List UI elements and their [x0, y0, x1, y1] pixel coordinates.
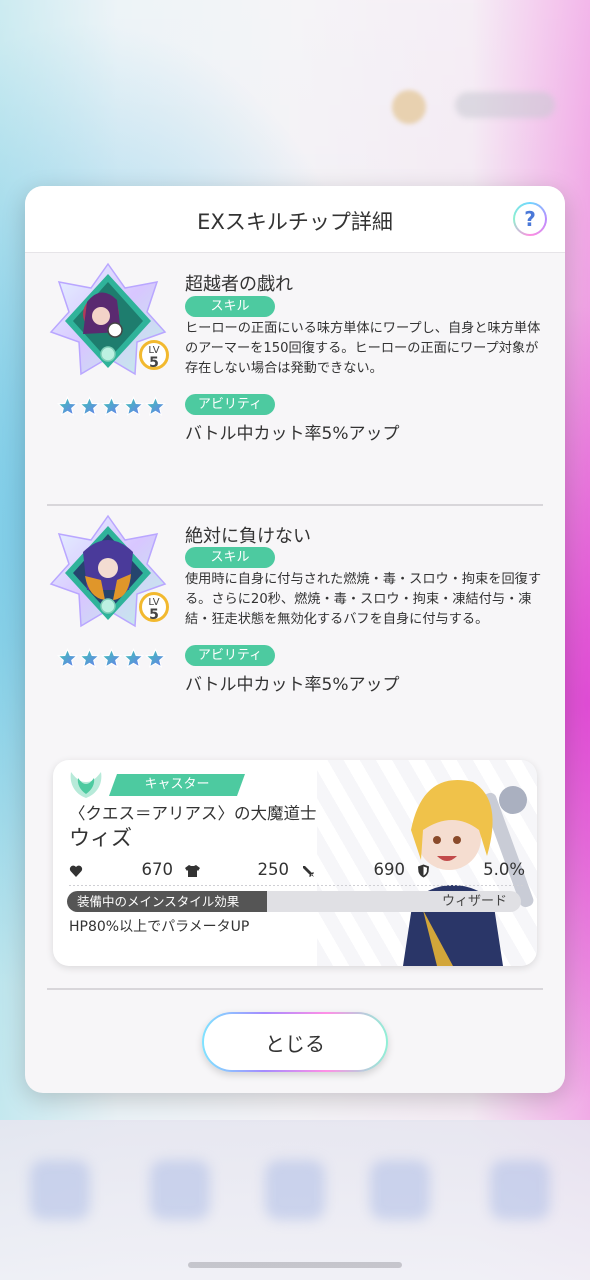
section-divider [47, 504, 543, 506]
main-style-effect-bar: 装備中のメインスタイル効果 ウィザード [67, 891, 521, 912]
background-currency-pill [455, 92, 555, 118]
skill-tag-2: スキル [185, 547, 275, 568]
character-name: ウィズ [69, 826, 132, 850]
help-button[interactable]: ? [513, 202, 547, 236]
stat-attack-value: 690 [373, 860, 406, 879]
level-value: 5 [149, 607, 159, 623]
background-coin-icon [392, 90, 426, 124]
star-icon [145, 396, 166, 416]
star-icon [57, 648, 78, 668]
ability-description-1: バトル中カット率5%アップ [185, 424, 400, 444]
skill-description-1: ヒーローの正面にいる味方単体にワープし、自身と味方単体のアーマーを150回復する… [185, 321, 541, 376]
footer-divider [47, 988, 543, 990]
chip-name-2: 絶対に負けない [185, 526, 311, 547]
main-style-effect-label: 装備中のメインスタイル効果 [77, 894, 240, 909]
home-indicator [188, 1262, 402, 1268]
background-nav-icon [370, 1160, 430, 1220]
shield-icon [418, 864, 429, 878]
stat-hp-value: 670 [141, 860, 174, 879]
star-rating-2 [57, 648, 166, 669]
ex-skill-chip-detail-modal: EXスキルチップ詳細 ? LV 5 超越者の戯れ スキル ヒーローの正面にいる味… [25, 186, 565, 1093]
stats-row: 670 250 690 5.0% [69, 859, 525, 885]
background-nav-icon [265, 1160, 325, 1220]
modal-title: EXスキルチップ詳細 [197, 210, 393, 234]
heart-icon [69, 865, 83, 877]
question-icon: ? [515, 204, 545, 234]
star-rating-1 [57, 396, 166, 417]
background-nav-icon [150, 1160, 210, 1220]
stats-divider [69, 885, 525, 886]
phoenix-emblem-icon [70, 772, 102, 798]
star-icon [79, 648, 100, 668]
chip-name-1: 超越者の戯れ [185, 274, 293, 295]
ability-tag-2: アビリティ [185, 645, 275, 666]
star-icon [123, 648, 144, 668]
star-icon [101, 396, 122, 416]
skill-tag-1: スキル [185, 296, 275, 317]
level-value: 5 [149, 355, 159, 371]
star-icon [145, 648, 166, 668]
equipped-character-card[interactable]: キャスター 〈クエス＝アリアス〉の大魔道士 ウィズ 670 250 690 5.… [53, 760, 537, 966]
star-icon [79, 396, 100, 416]
level-badge-1: LV 5 [139, 340, 169, 370]
main-style-effect-description: HP80%以上でパラメータUP [69, 919, 250, 935]
stat-cut-rate-value: 5.0% [483, 860, 525, 879]
character-title: 〈クエス＝アリアス〉の大魔道士 [69, 804, 317, 823]
ability-tag-1: アビリティ [185, 394, 275, 415]
shirt-icon [185, 865, 200, 877]
background-nav-icon [30, 1160, 90, 1220]
modal-header: EXスキルチップ詳細 ? [25, 186, 565, 253]
close-button-label: とじる [204, 1014, 386, 1070]
level-badge-2: LV 5 [139, 592, 169, 622]
sword-icon [303, 866, 314, 877]
star-icon [123, 396, 144, 416]
skill-description-2: 使用時に自身に付与された燃焼・毒・スロウ・拘束を回復する。さらに20秒、燃焼・毒… [185, 572, 542, 627]
ability-description-2: バトル中カット率5%アップ [185, 675, 400, 695]
star-icon [101, 648, 122, 668]
background-nav-icon [490, 1160, 550, 1220]
close-button[interactable]: とじる [202, 1012, 388, 1072]
main-style-name: ウィザード [441, 894, 507, 909]
class-tag: キャスター [109, 774, 245, 796]
star-icon [57, 396, 78, 416]
stat-defense-value: 250 [257, 860, 290, 879]
